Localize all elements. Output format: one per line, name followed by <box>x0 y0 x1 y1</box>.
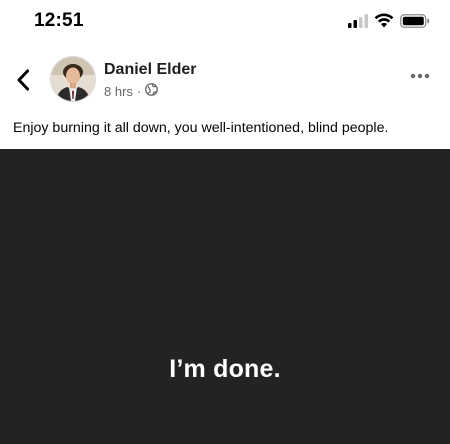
image-text: I’m done. <box>169 355 281 383</box>
cellular-signal-icon <box>348 13 368 33</box>
post-header: Daniel Elder 8 hrs · <box>0 52 450 108</box>
status-time: 12:51 <box>34 10 84 31</box>
more-options-button[interactable] <box>408 68 432 84</box>
globe-icon <box>145 83 159 99</box>
meta-separator: · <box>136 83 142 99</box>
post-time[interactable]: 8 hrs <box>104 84 133 99</box>
back-button[interactable] <box>12 67 34 93</box>
battery-icon <box>400 13 430 33</box>
post-meta: 8 hrs · <box>104 83 159 99</box>
status-bar: 12:51 <box>0 0 450 46</box>
post-caption: Enjoy burning it all down, you well-inte… <box>13 120 389 136</box>
status-icons <box>348 13 430 33</box>
chevron-left-icon <box>17 69 29 91</box>
more-dots-icon <box>410 73 430 79</box>
author-name[interactable]: Daniel Elder <box>104 61 196 79</box>
post-image[interactable]: I’m done. <box>0 149 450 444</box>
avatar[interactable] <box>50 56 96 102</box>
wifi-icon <box>374 13 394 33</box>
